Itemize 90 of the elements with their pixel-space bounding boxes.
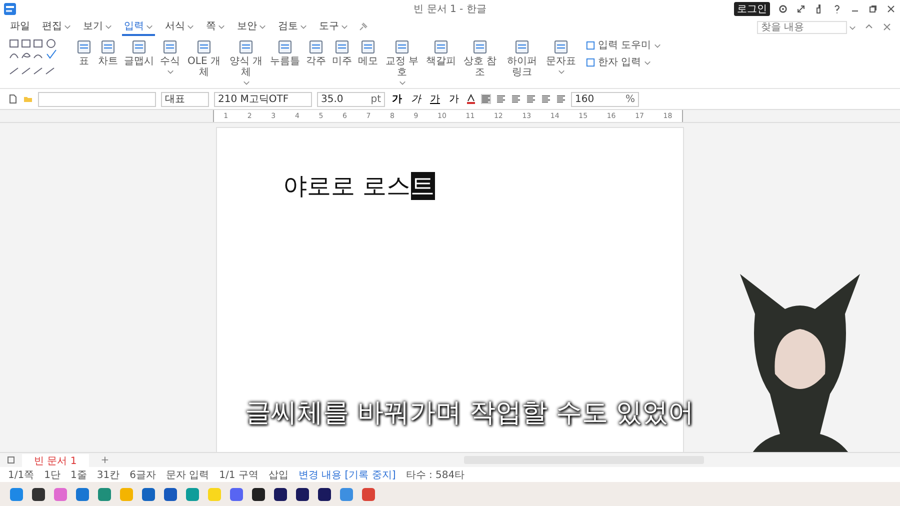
close-icon[interactable] (886, 4, 896, 14)
menu-tab[interactable]: 검토 (276, 18, 309, 36)
font-dropdown[interactable]: 210 M고딕OTF (214, 92, 312, 106)
document-tab[interactable]: 빈 문서 1 (22, 454, 89, 466)
menu-tab[interactable]: 파일 (8, 18, 32, 36)
status-item: 변경 내용 [기록 중지] (298, 468, 396, 482)
close-icon[interactable] (882, 22, 892, 32)
document-icon (308, 39, 324, 55)
menu-tab[interactable]: 도구 (317, 18, 350, 36)
align-icon[interactable] (541, 94, 551, 104)
ribbon-button[interactable]: 책갈피 (424, 38, 458, 68)
taskbar-app-icon[interactable] (274, 488, 287, 500)
document-icon (196, 39, 212, 55)
new-document-icon[interactable] (8, 94, 18, 104)
align-icon[interactable] (481, 94, 491, 104)
menu-tab[interactable]: 보기 (81, 18, 114, 36)
text-style-button[interactable]: 가 (447, 92, 461, 106)
taskbar-app-icon[interactable] (318, 488, 331, 500)
ribbon-button[interactable]: 상호 참조 (460, 38, 500, 79)
ribbon-button[interactable]: 하이퍼링크 (502, 38, 542, 79)
ribbon-button[interactable]: 수식 (158, 38, 182, 76)
status-item: 1/1 구역 (219, 468, 258, 482)
ribbon-button[interactable]: 교정 부호 (382, 38, 422, 87)
taskbar-app-icon[interactable] (296, 488, 309, 500)
document-icon (360, 39, 376, 55)
status-item: 타수 : 584타 (406, 468, 465, 482)
caret-icon[interactable] (849, 24, 856, 30)
subtitle-caption: 글씨체를 바꿔가며 작업할 수도 있었어 (245, 397, 694, 430)
document-text: 야로로 로스트 (283, 172, 436, 200)
taskbar-app-icon[interactable] (32, 488, 45, 500)
align-icon[interactable] (556, 94, 566, 104)
line-spacing-field[interactable]: 160 % (571, 92, 639, 106)
ribbon-menu-button[interactable]: 입력 도우미 (586, 38, 662, 52)
text-style-button[interactable]: 가 (428, 92, 442, 106)
menu-tab[interactable]: 보안 (235, 18, 268, 36)
add-tab-button[interactable]: + (94, 454, 116, 466)
dropdown-field[interactable] (38, 92, 156, 106)
document-icon (131, 39, 147, 55)
login-button[interactable]: 로그인 (734, 2, 770, 16)
ribbon-button[interactable]: OLE 개체 (184, 38, 224, 79)
restore-icon[interactable] (868, 4, 878, 14)
settings-icon[interactable] (778, 4, 788, 14)
ribbon-button[interactable]: 양식 개체 (226, 38, 266, 87)
document-icon (514, 39, 530, 55)
taskbar-app-icon[interactable] (252, 488, 265, 500)
document-icon (277, 39, 293, 55)
search-field[interactable]: 찾을 내용 (757, 20, 847, 34)
status-item: 1/1쪽 (8, 468, 34, 482)
text-style-button[interactable]: 가 (409, 92, 423, 106)
font-color-icon[interactable] (466, 94, 476, 104)
expand-icon[interactable] (796, 4, 806, 14)
align-icon[interactable] (526, 94, 536, 104)
document-icon (162, 39, 178, 55)
caret-icon (654, 42, 662, 48)
page-view-icon[interactable] (6, 455, 16, 465)
ribbon-button[interactable]: 미주 (330, 38, 354, 68)
help-icon[interactable] (832, 4, 842, 14)
text-style-button[interactable]: 가 (390, 92, 404, 106)
align-icon[interactable] (496, 94, 506, 104)
status-item: 삽입 (268, 468, 288, 482)
status-item: 6글자 (130, 468, 156, 482)
ribbon-button[interactable]: 글맵시 (122, 38, 156, 68)
ribbon-button[interactable]: 각주 (304, 38, 328, 68)
status-item: 문자 입력 (166, 468, 210, 482)
ribbon-button[interactable]: 차트 (96, 38, 120, 68)
ribbon-button[interactable]: 메모 (356, 38, 380, 68)
ribbon-menu-button[interactable]: 한자 입력 (586, 55, 662, 69)
window-title: 빈 문서 1 - 한글 (414, 3, 486, 16)
document-icon (76, 39, 92, 55)
ribbon-button[interactable]: 누름틀 (268, 38, 302, 68)
ribbon-button[interactable]: 표 (74, 38, 94, 68)
menu-tab[interactable]: 편집 (40, 18, 73, 36)
document-icon (100, 39, 116, 55)
document-icon (394, 39, 410, 55)
document-icon (553, 39, 569, 55)
style-dropdown[interactable]: 대표 (161, 92, 209, 106)
align-icon[interactable] (511, 94, 521, 104)
status-item: 1줄 (70, 468, 87, 482)
status-item: 1단 (44, 468, 60, 482)
document-icon (472, 39, 488, 55)
menu-tab[interactable]: 서식 (163, 18, 196, 36)
document-icon (334, 39, 350, 55)
document-icon (433, 39, 449, 55)
caret-icon (644, 58, 652, 66)
ribbon-button[interactable]: 문자표 (544, 38, 578, 76)
app-logo-icon (4, 3, 16, 15)
status-item: 31칸 (96, 468, 120, 482)
menu-tab[interactable]: 쪽 (204, 18, 227, 36)
document-icon (238, 39, 254, 55)
font-size-field[interactable]: 35.0 pt (317, 92, 385, 106)
